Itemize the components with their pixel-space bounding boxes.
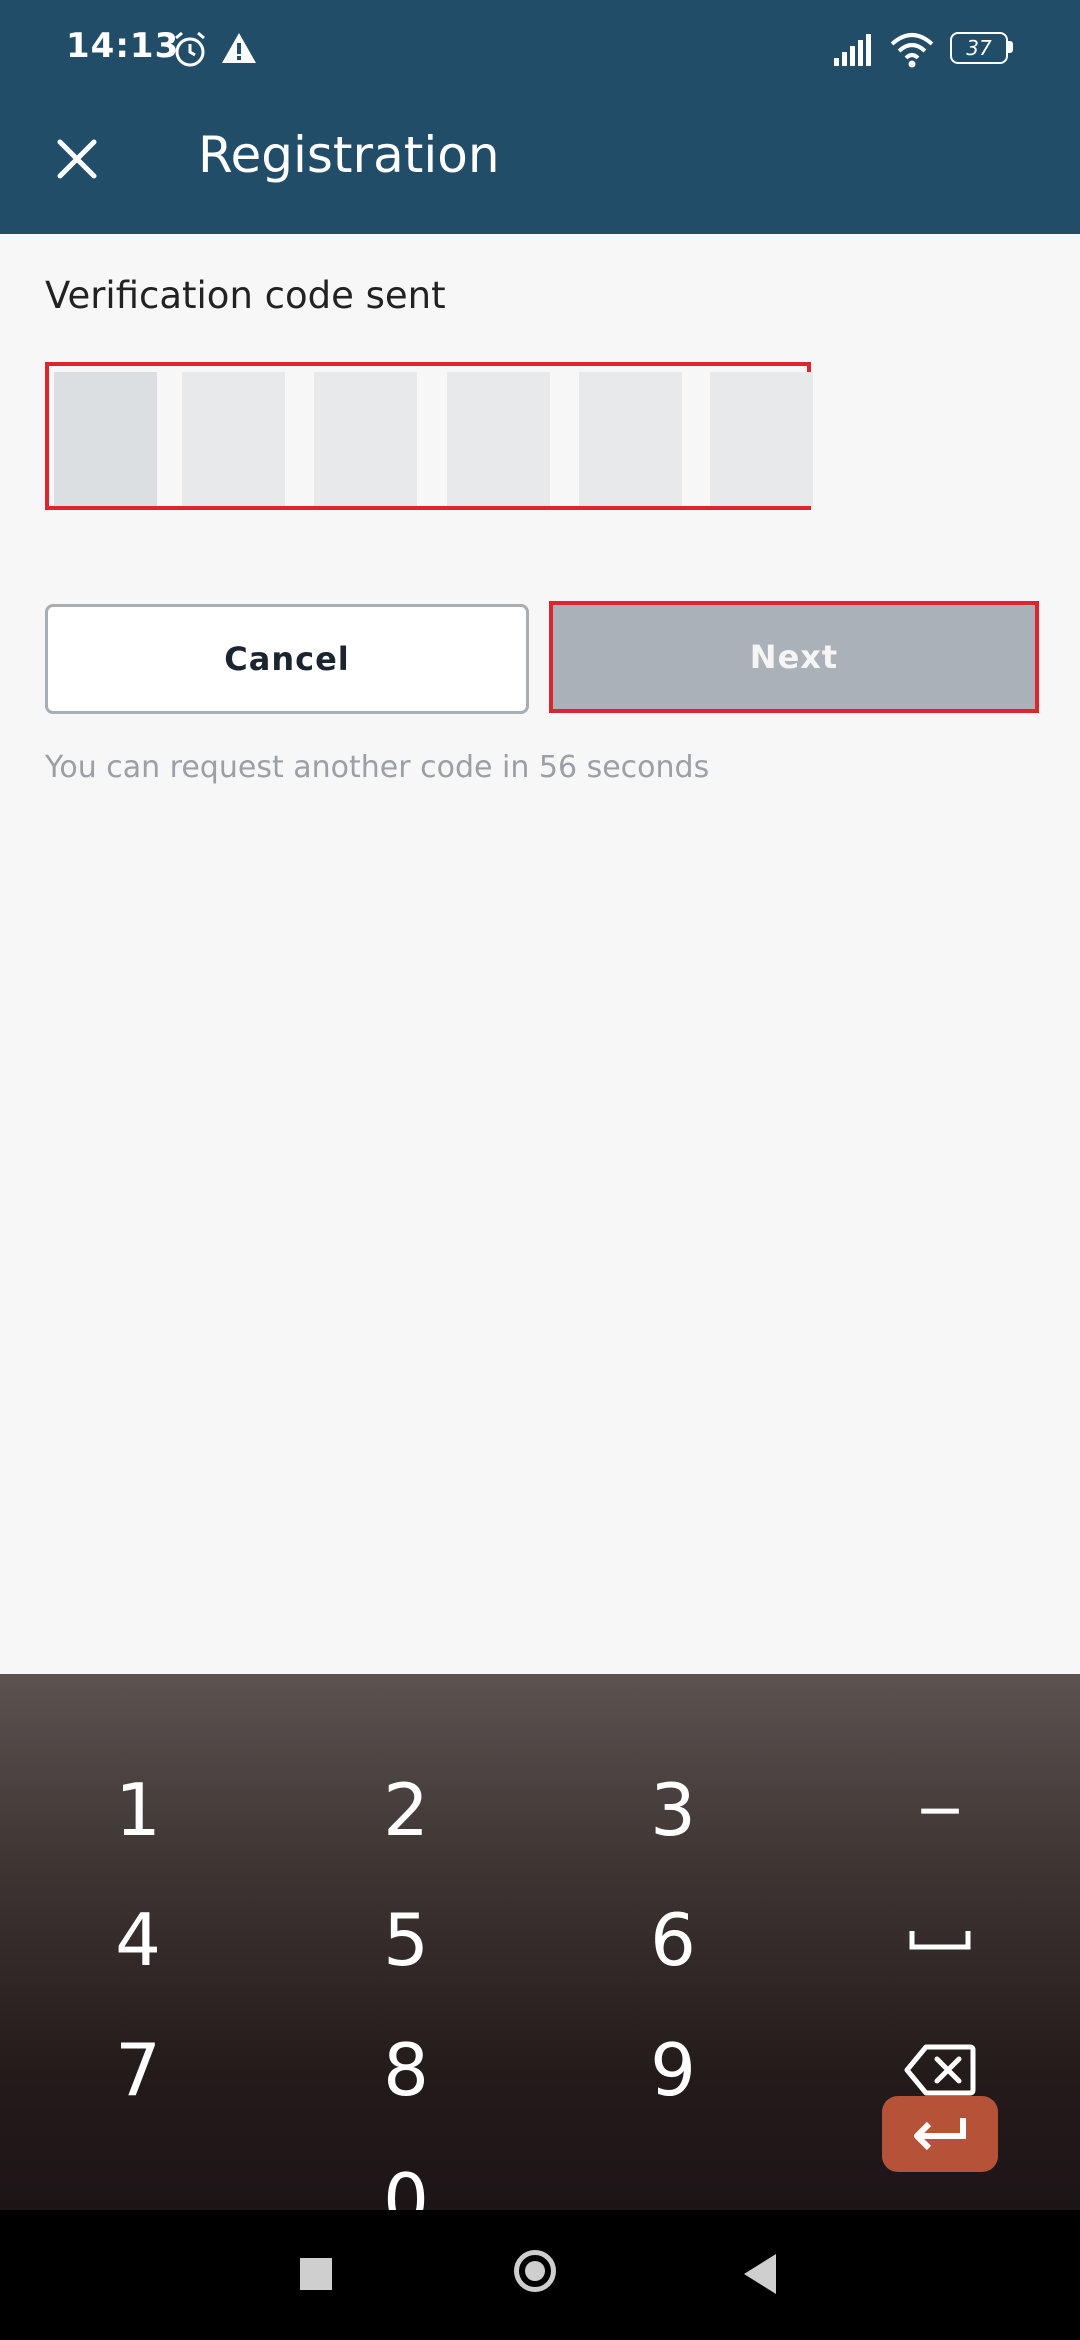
battery-tip — [1008, 41, 1013, 53]
key-6[interactable]: 6 — [583, 1890, 763, 1990]
home-icon[interactable] — [514, 2250, 556, 2292]
signal-icon — [834, 34, 871, 66]
key-7[interactable]: 7 — [48, 2020, 228, 2120]
key-minus[interactable]: − — [850, 1760, 1030, 1860]
key-1[interactable]: 1 — [48, 1760, 228, 1860]
back-icon[interactable] — [744, 2254, 776, 2294]
code-digit-1[interactable] — [54, 372, 157, 506]
warning-icon — [222, 33, 256, 63]
code-digit-6[interactable] — [710, 372, 813, 506]
key-enter[interactable] — [882, 2096, 998, 2172]
page-title: Registration — [198, 126, 500, 184]
resend-countdown-text: You can request another code in 56 secon… — [45, 750, 710, 785]
wifi-icon — [890, 33, 934, 68]
numeric-keyboard: 1 2 3 − 4 5 6 7 8 9 , 0 . — [0, 1674, 1080, 2242]
status-time: 14:13 — [66, 26, 180, 66]
battery-icon: 37 — [950, 32, 1014, 64]
code-digit-3[interactable] — [314, 372, 417, 506]
cancel-button[interactable]: Cancel — [45, 604, 529, 714]
next-button[interactable]: Next — [549, 601, 1039, 713]
code-digit-2[interactable] — [182, 372, 285, 506]
alarm-icon — [175, 31, 205, 67]
key-4[interactable]: 4 — [48, 1890, 228, 1990]
close-icon[interactable] — [50, 132, 104, 186]
verification-code-input[interactable] — [45, 362, 813, 510]
key-8[interactable]: 8 — [316, 2020, 496, 2120]
space-icon — [909, 1931, 971, 1950]
enter-icon — [914, 2118, 966, 2151]
code-digit-4[interactable] — [447, 372, 550, 506]
system-navigation-bar — [0, 2210, 1080, 2340]
key-3[interactable]: 3 — [583, 1760, 763, 1860]
key-5[interactable]: 5 — [316, 1890, 496, 1990]
key-9[interactable]: 9 — [583, 2020, 763, 2120]
recent-apps-icon[interactable] — [300, 2258, 332, 2290]
key-2[interactable]: 2 — [316, 1760, 496, 1860]
key-space[interactable] — [850, 1890, 1030, 1990]
verification-label: Verification code sent — [45, 274, 446, 317]
battery-level: 37 — [950, 32, 1008, 64]
code-digit-5[interactable] — [579, 372, 682, 506]
app-bar: 14:13 37 Registration — [0, 0, 1080, 234]
backspace-icon — [904, 2044, 976, 2096]
